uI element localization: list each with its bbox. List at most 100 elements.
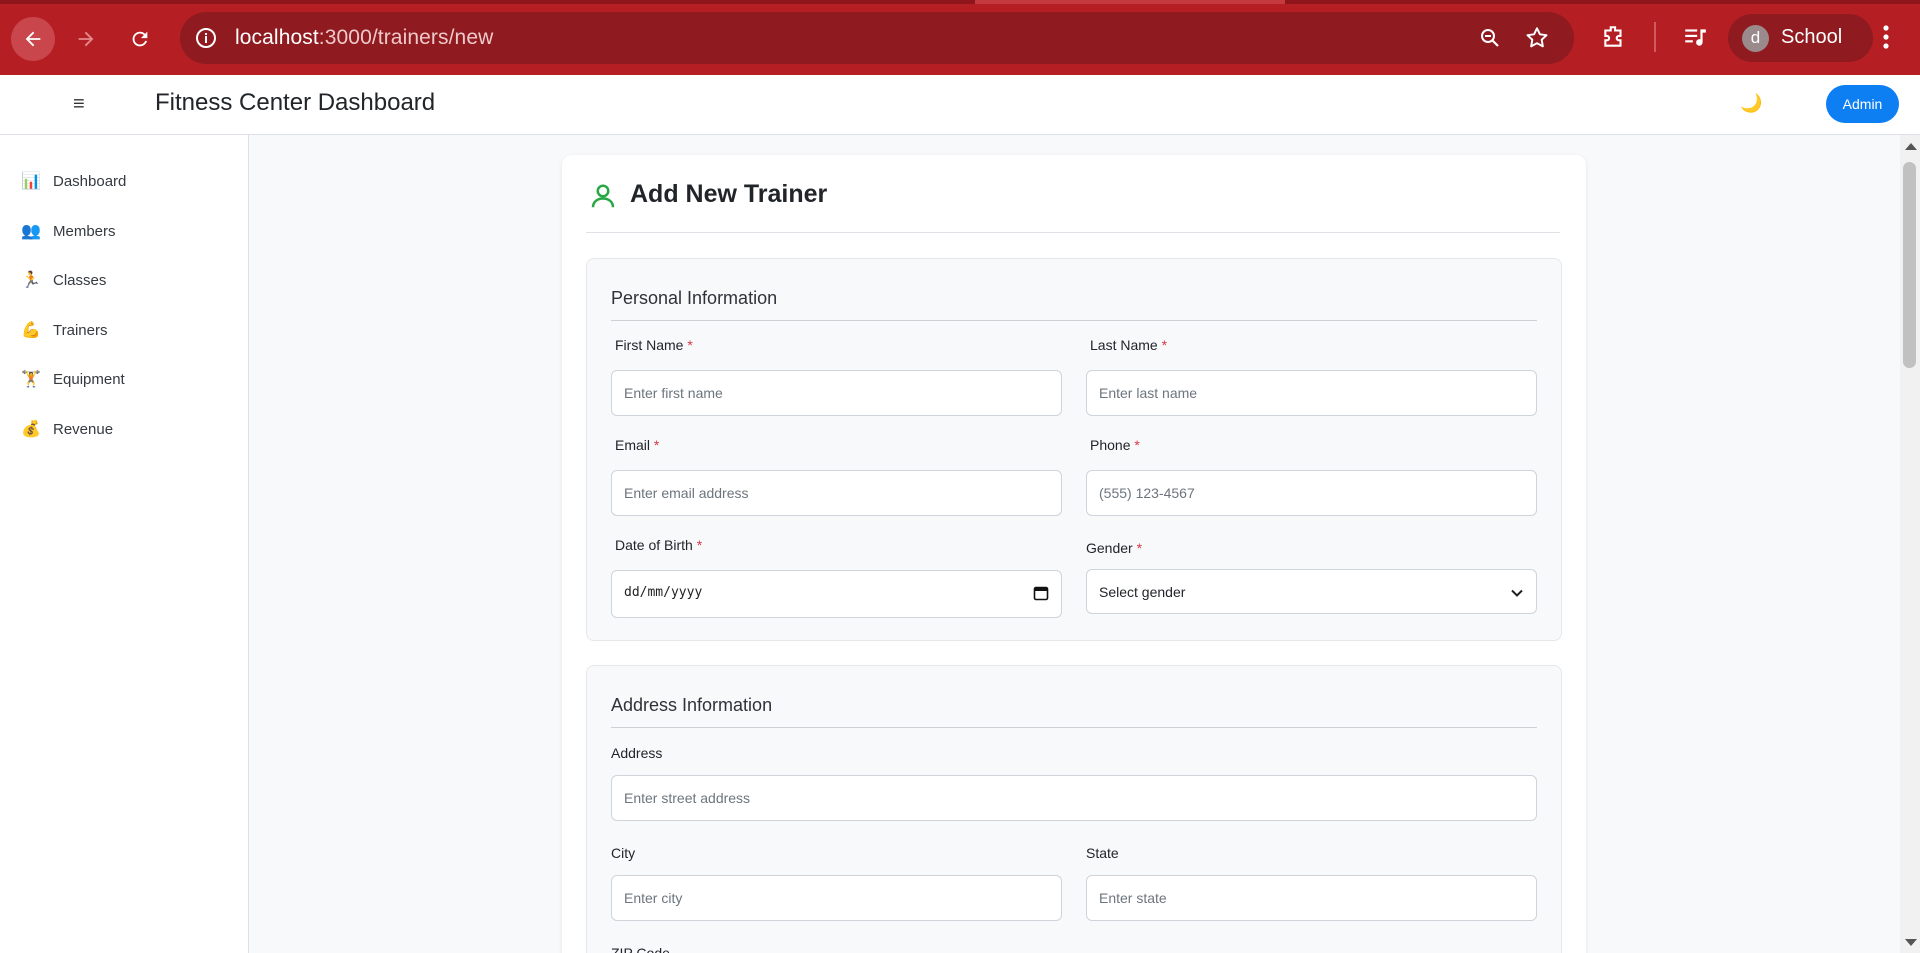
address-info-section: Address Information Address Enter street… — [586, 665, 1562, 953]
url-text[interactable]: localhost:3000/trainers/new — [235, 26, 493, 50]
form-header: Add New Trainer — [586, 180, 1560, 233]
required-mark: * — [1136, 540, 1143, 556]
zoom-icon[interactable] — [1478, 26, 1502, 50]
reload-icon — [132, 31, 148, 47]
label-text: First Name — [615, 337, 684, 353]
phone-input[interactable]: (555) 123-4567 — [1086, 470, 1537, 516]
last-name-input[interactable]: Enter last name — [1086, 370, 1537, 416]
required-mark: * — [1134, 437, 1140, 453]
first-name-label: First Name * — [615, 337, 693, 353]
state-label: State — [1086, 845, 1119, 861]
email-placeholder: Enter email address — [624, 485, 749, 501]
phone-label: Phone * — [1090, 437, 1140, 453]
arrow-right-icon — [78, 31, 94, 47]
back-button[interactable] — [11, 17, 55, 61]
sidebar-item-label: Dashboard — [53, 172, 127, 190]
url-path: :3000/trainers/new — [318, 26, 494, 49]
first-name-placeholder: Enter first name — [624, 385, 723, 401]
divider — [611, 320, 1537, 321]
sidebar-item-label: Revenue — [53, 420, 114, 438]
main-content: Add New Trainer Personal Information Fir… — [250, 135, 1900, 953]
section-heading: Address Information — [611, 695, 773, 715]
sidebar-item-label: Members — [53, 222, 116, 240]
scroll-up-arrow-icon[interactable] — [1905, 143, 1917, 150]
label-text: Last Name — [1090, 337, 1158, 353]
bookmark-star-icon[interactable] — [1524, 25, 1550, 51]
people-icon: 👥 — [21, 223, 41, 240]
first-name-input[interactable]: Enter first name — [611, 370, 1062, 416]
app-header: ≡ Fitness Center Dashboard 🌙 Admin — [0, 75, 1920, 135]
section-heading: Personal Information — [611, 288, 778, 308]
sidebar-item-label: Classes — [53, 271, 107, 289]
divider — [611, 727, 1537, 728]
city-label: City — [611, 845, 636, 861]
sidebar: 📊 Dashboard 👥 Members 🏃 Classes 💪 Traine… — [0, 135, 249, 953]
city-placeholder: Enter city — [624, 890, 683, 906]
tab-edge — [975, 0, 1285, 4]
label-text: Gender — [1086, 540, 1133, 556]
label-text: Email — [615, 437, 651, 453]
email-input[interactable]: Enter email address — [611, 470, 1062, 516]
label-text: Date of Birth — [615, 537, 693, 553]
page-title: Fitness Center Dashboard — [155, 89, 436, 116]
bar-chart-icon: 📊 — [21, 173, 41, 190]
site-info-icon[interactable] — [194, 26, 218, 50]
address-bar[interactable]: localhost:3000/trainers/new — [180, 12, 1574, 64]
page-scrollbar[interactable] — [1900, 135, 1920, 953]
chevron-down-icon — [1511, 589, 1523, 597]
moon-icon[interactable]: 🌙 — [1740, 93, 1762, 114]
more-vertical-icon[interactable] — [1876, 22, 1896, 52]
weightlifter-icon: 🏋 — [21, 371, 41, 388]
city-input[interactable]: Enter city — [611, 875, 1062, 921]
sidebar-item-label: Trainers — [53, 321, 108, 339]
required-mark: * — [653, 437, 660, 453]
profile-name: School — [1781, 26, 1843, 48]
sidebar-item-label: Equipment — [53, 370, 125, 388]
dob-input[interactable]: dd/mm/yyyy — [611, 570, 1062, 618]
sidebar-item-equipment[interactable]: 🏋 Equipment — [20, 364, 125, 394]
email-label: Email * — [615, 437, 659, 453]
scroll-down-arrow-icon[interactable] — [1905, 939, 1917, 946]
menu-toggle-icon[interactable]: ≡ — [73, 92, 85, 116]
required-mark: * — [687, 337, 693, 353]
tab-strip — [0, 0, 1920, 4]
address-placeholder: Enter street address — [624, 790, 751, 806]
sidebar-item-revenue[interactable]: 💰 Revenue — [20, 414, 113, 444]
browser-toolbar: localhost:3000/trainers/new d School — [0, 0, 1920, 75]
extensions-icon[interactable] — [1601, 24, 1627, 50]
gender-label: Gender * — [1086, 540, 1142, 556]
media-queue-icon[interactable] — [1682, 24, 1708, 50]
last-name-placeholder: Enter last name — [1099, 385, 1198, 401]
sidebar-item-dashboard[interactable]: 📊 Dashboard — [20, 166, 126, 196]
sidebar-item-members[interactable]: 👥 Members — [20, 216, 116, 246]
toolbar-separator — [1654, 22, 1656, 52]
state-input[interactable]: Enter state — [1086, 875, 1537, 921]
dob-placeholder: dd/mm/yyyy — [624, 585, 703, 600]
trainer-form-card: Add New Trainer Personal Information Fir… — [562, 155, 1586, 953]
address-input[interactable]: Enter street address — [611, 775, 1537, 821]
forward-button[interactable] — [64, 17, 108, 61]
state-placeholder: Enter state — [1099, 890, 1167, 906]
admin-button[interactable]: Admin — [1826, 85, 1899, 123]
sidebar-item-classes[interactable]: 🏃 Classes — [20, 265, 106, 295]
personal-info-section: Personal Information First Name * Enter … — [586, 258, 1562, 641]
reload-button[interactable] — [118, 17, 162, 61]
gender-select[interactable]: Select gender — [1086, 569, 1537, 614]
zip-label: ZIP Code — [611, 945, 670, 953]
phone-placeholder: (555) 123-4567 — [1099, 485, 1195, 501]
money-bag-icon: 💰 — [21, 421, 41, 438]
profile-chip[interactable]: d School — [1728, 14, 1873, 62]
flexed-biceps-icon: 💪 — [21, 322, 41, 339]
url-host: localhost — [235, 26, 319, 49]
gender-selected-value: Select gender — [1099, 584, 1186, 600]
last-name-label: Last Name * — [1090, 337, 1167, 353]
sidebar-item-trainers[interactable]: 💪 Trainers — [20, 315, 107, 345]
arrow-left-icon — [25, 31, 41, 47]
user-icon — [591, 184, 615, 208]
calendar-icon[interactable] — [1033, 585, 1049, 601]
form-title: Add New Trainer — [630, 180, 828, 208]
scroll-thumb[interactable] — [1903, 162, 1916, 368]
label-text: Phone — [1090, 437, 1131, 453]
required-mark: * — [1161, 337, 1168, 353]
address-label: Address — [611, 745, 663, 761]
